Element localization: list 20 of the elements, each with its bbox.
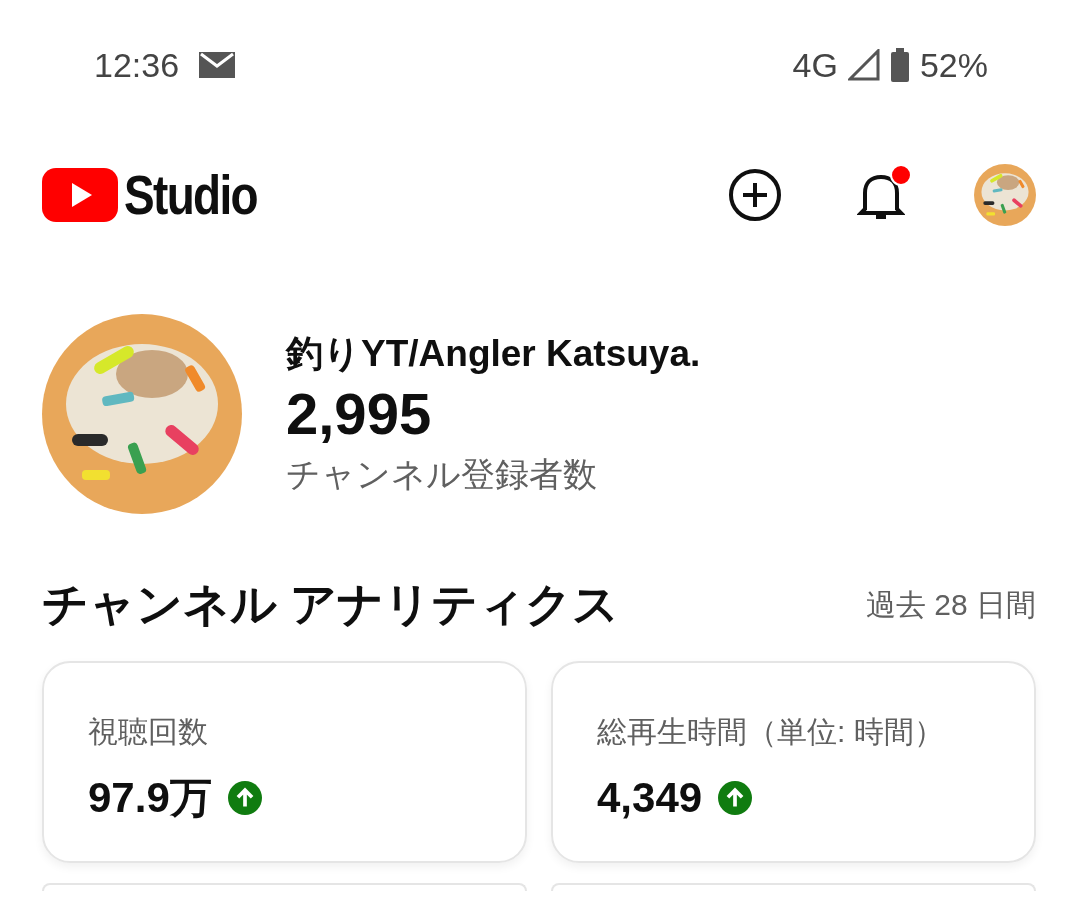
mail-icon bbox=[199, 52, 236, 78]
subscriber-count: 2,995 bbox=[286, 380, 433, 448]
metric-label: 総再生時間（単位: 時間） bbox=[597, 714, 945, 750]
period-label: 過去 28 日間 bbox=[865, 587, 1036, 623]
app-name: Studio bbox=[124, 162, 257, 228]
subscriber-label: チャンネル登録者数 bbox=[286, 454, 598, 495]
section-title: チャンネル アナリティクス bbox=[42, 577, 619, 632]
battery-icon bbox=[889, 48, 910, 82]
status-time: 12:36 bbox=[94, 44, 180, 86]
play-logo-icon bbox=[42, 168, 118, 222]
metric-card[interactable]: 総再生時間（単位: 時間） 4,349 bbox=[551, 661, 1036, 863]
metric-value: 4,349 bbox=[597, 773, 703, 823]
network-type: 4G bbox=[792, 44, 838, 86]
battery-percent: 52% bbox=[919, 44, 988, 86]
signal-icon bbox=[847, 49, 880, 81]
channel-name: 釣りYT/Angler Katsuya. bbox=[286, 332, 701, 376]
metric-card[interactable]: 視聴回数 97.9万 bbox=[42, 661, 527, 863]
plus-circle-icon bbox=[728, 168, 782, 222]
metric-label: 視聴回数 bbox=[88, 714, 209, 750]
metric-value: 97.9万 bbox=[88, 773, 212, 823]
